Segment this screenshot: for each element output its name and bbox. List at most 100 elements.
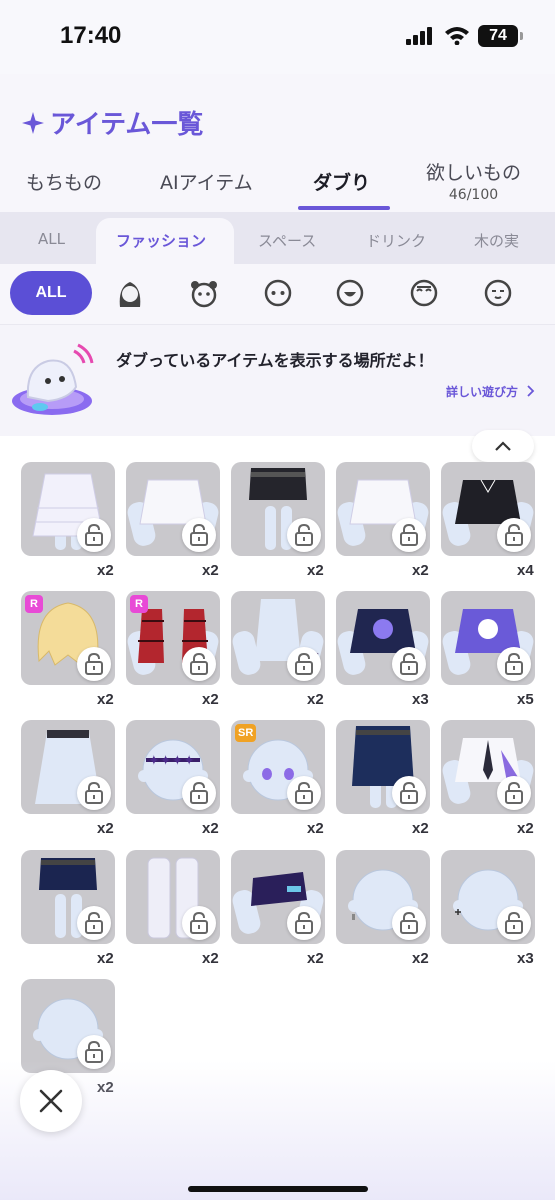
calm-face-icon[interactable]	[482, 277, 514, 309]
wifi-icon	[445, 27, 469, 45]
subtab-space[interactable]: スペース	[258, 230, 316, 251]
lock-button[interactable]	[287, 776, 321, 810]
item-tile[interactable]	[21, 720, 115, 814]
lock-button[interactable]	[77, 647, 111, 681]
tab-duplicates[interactable]: ダブり	[313, 168, 370, 195]
banner-message: ダブっているアイテムを表示する場所だよ！	[116, 351, 434, 370]
item-count: x2	[97, 691, 114, 708]
collapse-button[interactable]	[472, 430, 534, 462]
item-count: x2	[97, 1079, 114, 1096]
item-count: x2	[97, 562, 114, 579]
item-tile[interactable]	[231, 850, 325, 944]
signal-icon	[406, 27, 432, 45]
item-tile[interactable]: R	[21, 591, 115, 685]
item-tile[interactable]: ✦✦✦✦	[126, 720, 220, 814]
item-count: x2	[202, 820, 219, 837]
lock-icon	[295, 781, 313, 804]
lock-icon	[400, 911, 418, 934]
status-time: 17:40	[60, 22, 122, 49]
lock-icon	[295, 652, 313, 675]
lock-icon	[190, 523, 208, 546]
lock-button[interactable]	[77, 906, 111, 940]
how-to-play-link[interactable]: 詳しい遊び方	[446, 383, 536, 400]
lock-icon	[400, 781, 418, 804]
lock-icon	[400, 523, 418, 546]
lock-button[interactable]	[287, 906, 321, 940]
item-tile[interactable]	[231, 591, 325, 685]
hair-icon[interactable]	[114, 277, 146, 309]
lock-icon	[85, 523, 103, 546]
chevron-up-icon	[495, 441, 511, 451]
item-count: x2	[97, 820, 114, 837]
lock-icon	[505, 911, 523, 934]
lock-button[interactable]	[182, 776, 216, 810]
mouth-icon[interactable]	[334, 277, 366, 309]
lock-icon	[85, 652, 103, 675]
lock-button[interactable]	[77, 1035, 111, 1069]
lock-icon	[85, 781, 103, 804]
lock-button[interactable]	[77, 776, 111, 810]
item-tile[interactable]	[336, 850, 430, 944]
subtab-fashion[interactable]: ファッション	[116, 230, 206, 251]
lock-button[interactable]	[287, 647, 321, 681]
item-tile[interactable]	[441, 850, 535, 944]
sparkle-icon	[22, 111, 44, 134]
item-count: x2	[307, 820, 324, 837]
eyes-icon[interactable]	[262, 277, 294, 309]
item-tile[interactable]	[231, 462, 325, 556]
close-button[interactable]	[20, 1070, 82, 1132]
lock-button[interactable]	[497, 906, 531, 940]
chevron-right-icon	[527, 385, 535, 397]
lock-button[interactable]	[182, 518, 216, 552]
lock-icon	[295, 523, 313, 546]
rarity-badge: R	[25, 595, 43, 613]
item-count: x5	[517, 691, 534, 708]
item-tile[interactable]	[126, 462, 220, 556]
lock-button[interactable]	[497, 647, 531, 681]
close-icon	[39, 1089, 63, 1113]
sleepy-face-icon[interactable]	[408, 277, 440, 309]
lock-button[interactable]	[497, 776, 531, 810]
subtab-drink[interactable]: ドリンク	[366, 230, 426, 251]
animal-face-icon[interactable]	[188, 277, 220, 309]
item-tile[interactable]	[336, 720, 430, 814]
lock-button[interactable]	[392, 776, 426, 810]
status-bar: 17:40 74	[0, 0, 555, 74]
lock-button[interactable]	[182, 647, 216, 681]
filter-all-chip[interactable]: ALL	[10, 271, 92, 315]
item-tile[interactable]	[441, 720, 535, 814]
lock-button[interactable]	[392, 647, 426, 681]
item-tile[interactable]	[21, 979, 115, 1073]
lock-button[interactable]	[497, 518, 531, 552]
lock-button[interactable]	[77, 518, 111, 552]
item-tile[interactable]	[126, 850, 220, 944]
lock-button[interactable]	[392, 518, 426, 552]
item-tile[interactable]	[441, 462, 535, 556]
lock-icon	[190, 781, 208, 804]
subtab-nuts[interactable]: 木の実	[474, 230, 519, 251]
item-count: x2	[412, 562, 429, 579]
item-tile[interactable]	[441, 591, 535, 685]
item-count: x3	[412, 691, 429, 708]
item-count: x2	[412, 820, 429, 837]
active-tab-indicator	[298, 206, 390, 210]
lock-button[interactable]	[182, 906, 216, 940]
item-tile[interactable]	[21, 462, 115, 556]
how-to-play-label: 詳しい遊び方	[446, 385, 519, 399]
item-count: x2	[517, 820, 534, 837]
lock-icon	[505, 523, 523, 546]
item-tile[interactable]	[21, 850, 115, 944]
svg-text:✦✦✦✦: ✦✦✦✦	[148, 753, 195, 769]
tab-wishlist[interactable]: 欲しいもの 46/100	[426, 158, 521, 203]
item-tile[interactable]	[336, 462, 430, 556]
lock-button[interactable]	[287, 518, 321, 552]
item-count: x4	[517, 562, 534, 579]
tab-label: AIアイテム	[160, 172, 253, 194]
lock-button[interactable]	[392, 906, 426, 940]
item-tile[interactable]: SR	[231, 720, 325, 814]
tab-ai-items[interactable]: AIアイテム	[160, 168, 253, 195]
tab-mochimono[interactable]: もちもの	[26, 168, 102, 195]
item-tile[interactable]	[336, 591, 430, 685]
item-tile[interactable]: R	[126, 591, 220, 685]
subtab-all[interactable]: ALL	[38, 230, 65, 248]
